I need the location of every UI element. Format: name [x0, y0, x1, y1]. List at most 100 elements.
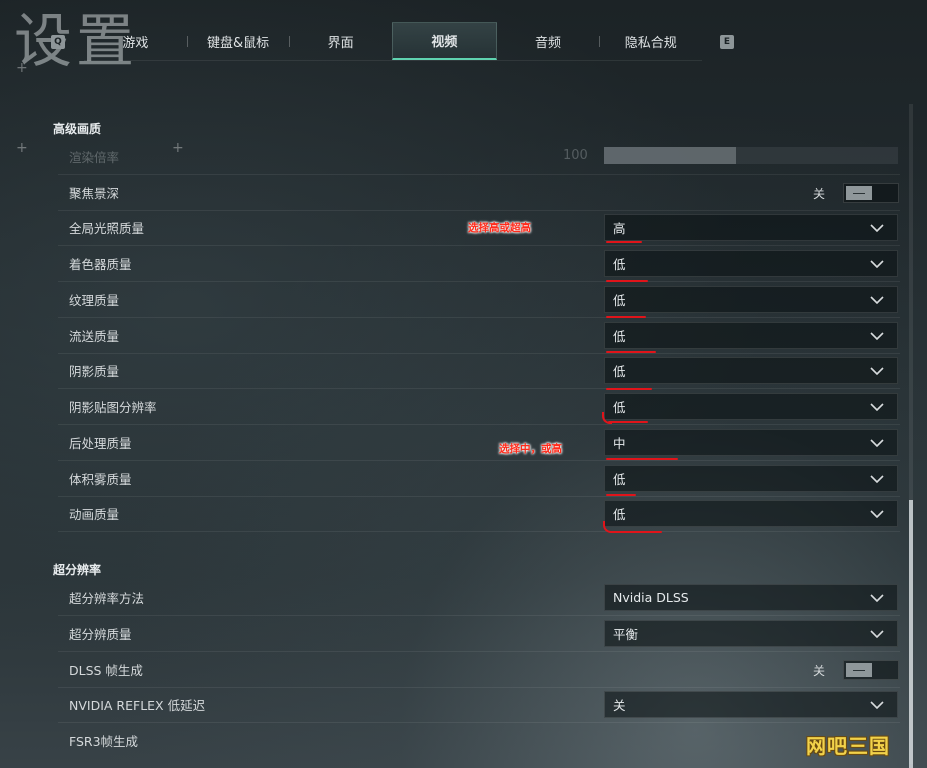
setting-label: 动画质量: [69, 507, 120, 522]
annotation-underline: [610, 531, 662, 533]
chevron-down-icon: [867, 254, 887, 274]
tab-interface[interactable]: 界面: [289, 22, 392, 60]
setting-label: 着色器质量: [69, 257, 132, 272]
dropdown-value: 平衡: [613, 627, 639, 642]
setting-label: NVIDIA REFLEX 低延迟: [69, 698, 206, 713]
setting-label: DLSS 帧生成: [69, 663, 143, 678]
setting-label: 聚焦景深: [69, 186, 120, 201]
setting-row-animation: 动画质量 低: [58, 496, 900, 532]
setting-row-framegen: DLSS 帧生成 关: [58, 652, 900, 688]
toggle-state: 关: [813, 186, 826, 201]
dropdown-value: 低: [613, 364, 626, 379]
tab-game[interactable]: 游戏: [84, 22, 187, 60]
setting-row-reflex: NVIDIA REFLEX 低延迟 关: [58, 687, 900, 723]
section-title-upscale: 超分辨率: [53, 563, 102, 577]
render-scale-slider: [604, 147, 898, 164]
e-key-hint[interactable]: E: [720, 35, 734, 49]
dropdown-value: 低: [613, 472, 626, 487]
chevron-down-icon: [867, 326, 887, 346]
annotation-gi-note: 选择高或超高: [468, 222, 531, 234]
gi-dropdown[interactable]: 高: [604, 214, 898, 241]
setting-label: 流送质量: [69, 329, 120, 344]
setting-label: 渲染倍率: [69, 150, 120, 165]
setting-row-upscale-method: 超分辨率方法 Nvidia DLSS: [58, 580, 900, 616]
toggle-knob: [846, 186, 873, 200]
corner-mark-icon: +: [16, 140, 28, 156]
setting-row-render-scale: 渲染倍率 100: [58, 139, 900, 175]
dropdown-value: 关: [613, 698, 626, 713]
dropdown-value: Nvidia DLSS: [613, 590, 689, 605]
tab-label: 视频: [431, 35, 458, 50]
setting-label: 纹理质量: [69, 293, 120, 308]
corner-mark-icon: +: [16, 60, 28, 76]
streaming-dropdown[interactable]: 低: [604, 322, 898, 349]
chevron-down-icon: [867, 469, 887, 489]
tab-label: 键盘&鼠标: [206, 35, 270, 51]
setting-row-texture: 纹理质量 低: [58, 282, 900, 318]
dropdown-value: 低: [613, 257, 626, 272]
framegen-toggle-group: 关: [813, 660, 900, 680]
chevron-down-icon: [867, 361, 887, 381]
tab-label: 音频: [535, 35, 562, 51]
tab-label: 隐私合规: [624, 35, 677, 51]
dropdown-value: 低: [613, 329, 626, 344]
shadow-dropdown[interactable]: 低: [604, 357, 898, 384]
tab-audio[interactable]: 音频: [497, 22, 600, 60]
chevron-down-icon: [867, 588, 887, 608]
q-key-hint[interactable]: Q: [51, 35, 65, 49]
tab-video[interactable]: 视频: [392, 22, 497, 60]
upscale-quality-dropdown[interactable]: 平衡: [604, 620, 898, 647]
setting-label: 阴影质量: [69, 364, 120, 379]
dropdown-value: 低: [613, 400, 626, 415]
texture-dropdown[interactable]: 低: [604, 286, 898, 313]
shader-dropdown[interactable]: 低: [604, 250, 898, 277]
dropdown-value: 低: [613, 507, 626, 522]
fog-dropdown[interactable]: 低: [604, 465, 898, 492]
dropdown-value: 中: [613, 436, 626, 451]
tab-label: 游戏: [122, 35, 149, 51]
chevron-down-icon: [867, 290, 887, 310]
annotation-underline: [606, 351, 656, 353]
setting-row-shader: 着色器质量 低: [58, 246, 900, 282]
chevron-down-icon: [867, 504, 887, 524]
dropdown-value: 高: [613, 221, 626, 236]
annotation-underline: [606, 494, 636, 496]
setting-label: 超分辨率方法: [69, 591, 145, 606]
chevron-down-icon: [867, 397, 887, 417]
setting-row-shadowmap: 阴影贴图分辨率 低: [58, 389, 900, 425]
tab-keyboard-mouse[interactable]: 键盘&鼠标: [186, 22, 290, 60]
setting-row-postprocess: 后处理质量 中: [58, 425, 900, 461]
dof-toggle-group: 关: [813, 183, 900, 203]
annotation-underline: [606, 316, 646, 318]
annotation-underline: [606, 280, 648, 282]
framegen-toggle[interactable]: [843, 660, 900, 680]
chevron-down-icon: [867, 218, 887, 238]
setting-row-upscale-quality: 超分辨质量 平衡: [58, 616, 900, 652]
dropdown-value: 低: [613, 293, 626, 308]
watermark-logo: 网吧三国: [806, 734, 890, 758]
chevron-down-icon: [867, 624, 887, 644]
setting-row-dof: 聚焦景深 关: [58, 175, 900, 211]
tab-bar: 游戏 键盘&鼠标 界面 视频 音频 隐私合规: [84, 22, 702, 61]
upscale-method-dropdown[interactable]: Nvidia DLSS: [604, 584, 898, 611]
tab-privacy[interactable]: 隐私合规: [599, 22, 702, 60]
tab-label: 界面: [327, 35, 354, 51]
animation-dropdown[interactable]: 低: [604, 500, 898, 527]
setting-label: 后处理质量: [69, 436, 132, 451]
reflex-dropdown[interactable]: 关: [604, 691, 898, 718]
slider-fill: [604, 147, 737, 164]
scrollbar-thumb[interactable]: [909, 500, 913, 768]
shadowmap-dropdown[interactable]: 低: [604, 393, 898, 420]
dof-toggle[interactable]: [843, 183, 900, 203]
section-title-advanced: 高级画质: [53, 122, 102, 136]
setting-label: 体积雾质量: [69, 472, 132, 487]
annotation-underline: [606, 458, 678, 460]
postprocess-dropdown[interactable]: 中: [604, 429, 898, 456]
annotation-underline: [608, 421, 648, 423]
render-scale-value: 100: [563, 148, 588, 163]
setting-label: 全局光照质量: [69, 221, 145, 236]
setting-label: 阴影贴图分辨率: [69, 400, 157, 415]
annotation-post-note: 选择中，或高: [499, 443, 562, 455]
setting-row-streaming: 流送质量 低: [58, 318, 900, 354]
setting-row-shadow: 阴影质量 低: [58, 353, 900, 389]
